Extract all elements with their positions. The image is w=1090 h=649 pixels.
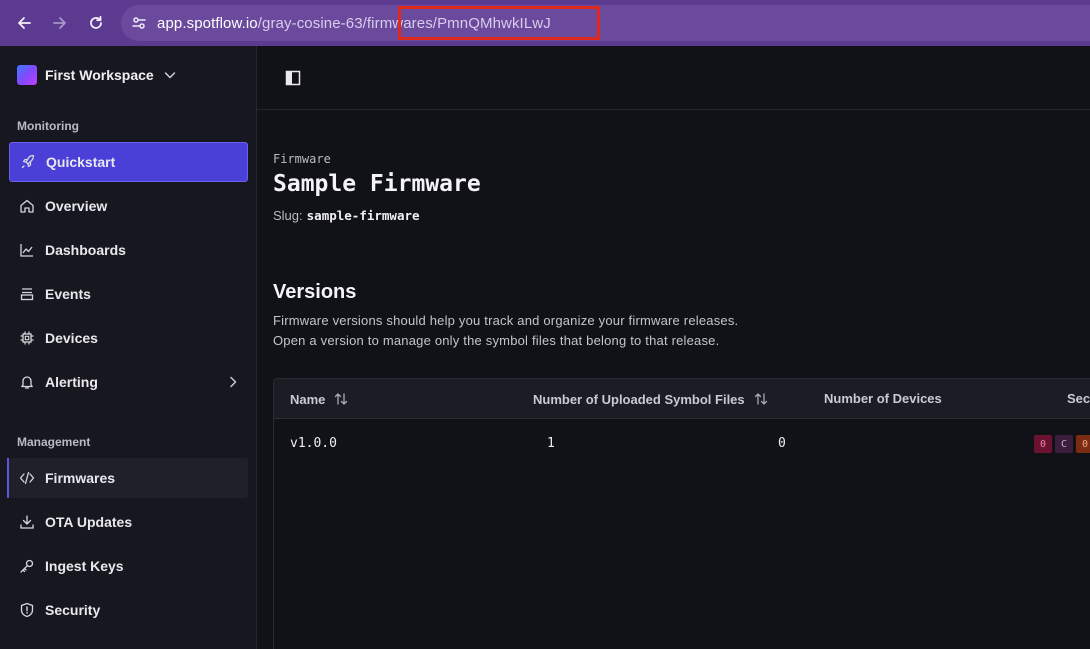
chip-icon [17,328,37,348]
list-icon [17,284,37,304]
page-eyebrow: Firmware [273,152,331,166]
main-content: Firmware Sample Firmware Slug: sample-fi… [257,46,1090,649]
section-label-monitoring: Monitoring [17,119,79,133]
badge-critical: 0 [1034,435,1052,453]
column-header-security[interactable]: Sec [1067,391,1090,406]
sidebar-item-label: Quickstart [46,154,116,170]
sidebar-item-label: Events [45,286,91,302]
back-icon[interactable] [6,0,42,46]
key-icon [17,556,37,576]
chevron-right-icon [226,375,240,389]
sidebar-item-label: Ingest Keys [45,558,124,574]
column-header-name[interactable]: Name [290,391,349,407]
sidebar-item-ingest-keys[interactable]: Ingest Keys [9,546,248,586]
slug-label: Slug: [273,208,303,223]
cell-devices: 0 [778,436,786,451]
page-title: Sample Firmware [273,171,481,197]
sidebar-item-events[interactable]: Events [9,274,248,314]
sidebar-item-label: Devices [45,330,98,346]
sidebar-item-label: OTA Updates [45,514,133,530]
column-header-label: Number of Devices [824,391,942,406]
sidebar-item-ota-updates[interactable]: OTA Updates [9,502,248,542]
sidebar-item-label: Security [45,602,101,618]
chart-line-icon [17,240,37,260]
badge-medium: 0 [1076,435,1090,453]
shield-icon [17,600,37,620]
sidebar-item-overview[interactable]: Overview [9,186,248,226]
sidebar-item-alerting[interactable]: Alerting [9,362,248,402]
versions-description-line-2: Open a version to manage only the symbol… [273,333,720,348]
sidebar-item-security[interactable]: Security [9,590,248,630]
sort-icon[interactable] [333,391,349,407]
top-bar [257,46,1090,110]
reload-icon[interactable] [78,0,114,46]
rocket-icon [18,152,38,172]
security-badges: 0 C 0 [1034,435,1090,453]
site-settings-icon[interactable] [121,15,157,31]
versions-heading: Versions [273,281,357,303]
sidebar-item-label: Dashboards [45,242,126,258]
workspace-switcher[interactable]: First Workspace [17,64,177,86]
bell-icon [17,372,37,392]
section-label-management: Management [17,435,91,449]
table-header: Name Number of Uploaded Symbol Files Num… [274,379,1090,419]
column-header-symbol-files[interactable]: Number of Uploaded Symbol Files [533,391,769,407]
url-text: app.spotflow.io/gray-cosine-63/firmwares… [157,15,551,32]
sidebar-item-dashboards[interactable]: Dashboards [9,230,248,270]
badge-high: C [1055,435,1073,453]
url-path: /gray-cosine-63/firmwares/PmnQMhwkILwJ [257,14,551,32]
sidebar-item-devices[interactable]: Devices [9,318,248,358]
sidebar-item-quickstart[interactable]: Quickstart [9,142,248,182]
code-icon [17,468,37,488]
sidebar-item-label: Firmwares [45,470,116,486]
cell-name[interactable]: v1.0.0 [290,436,337,451]
slug: Slug: sample-firmware [273,208,420,223]
sidebar-item-label: Alerting [45,374,98,390]
download-icon [17,512,37,532]
sidebar-item-firmwares[interactable]: Firmwares [7,458,248,498]
slug-value: sample-firmware [306,208,420,223]
url-host: app.spotflow.io [157,14,258,32]
cell-symbol-files: 1 [547,436,555,451]
sort-icon[interactable] [753,391,769,407]
versions-table: Name Number of Uploaded Symbol Files Num… [273,378,1090,649]
versions-description-line-1: Firmware versions should help you track … [273,313,739,328]
browser-toolbar: app.spotflow.io/gray-cosine-63/firmwares… [0,0,1090,46]
chevron-down-icon [163,68,177,82]
address-bar[interactable]: app.spotflow.io/gray-cosine-63/firmwares… [121,5,1090,41]
column-header-label: Name [290,391,326,407]
workspace-logo [17,65,37,85]
sidebar-toggle-icon[interactable] [285,70,301,86]
column-header-label: Number of Uploaded Symbol Files [533,391,745,407]
column-header-label: Sec [1067,391,1090,406]
column-header-devices[interactable]: Number of Devices [824,391,942,406]
home-icon [17,196,37,216]
sidebar-item-label: Overview [45,198,108,214]
sidebar: First Workspace Monitoring Quickstart Ov… [0,46,257,649]
workspace-name: First Workspace [45,67,154,83]
forward-icon[interactable] [42,0,78,46]
